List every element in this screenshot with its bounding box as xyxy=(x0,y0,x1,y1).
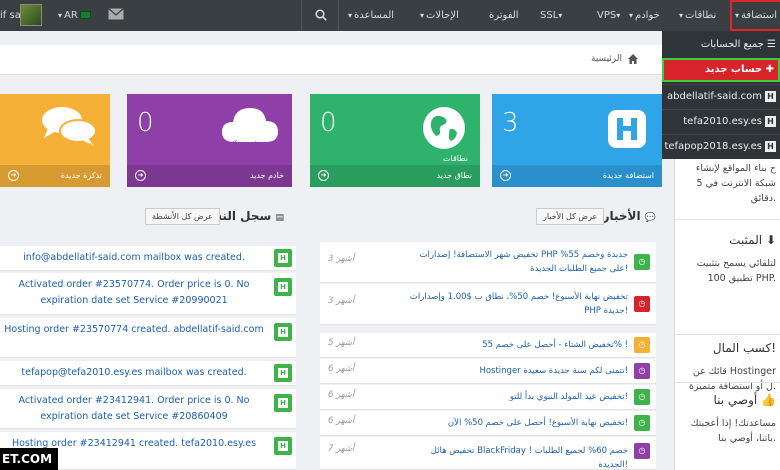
nav-referrals[interactable]: ▾ الإحالات xyxy=(420,0,459,31)
comments-icon: 💬 xyxy=(644,213,656,223)
clock-icon: ◷ xyxy=(634,415,650,431)
nav-hosting[interactable]: ▾ استضافة xyxy=(730,0,780,31)
search-icon xyxy=(315,9,327,21)
earn-money-title: كسب المال! xyxy=(712,341,776,355)
view-all-news-button[interactable]: عرض كل الأخبار xyxy=(536,208,605,225)
tile-hosting[interactable]: 3 استضافة جديدة ➜ xyxy=(492,94,662,187)
tile-count: 3 xyxy=(502,108,519,138)
clock-icon: ◷ xyxy=(634,254,650,270)
list-icon: ☰ xyxy=(767,39,776,50)
chevron-down-icon: ▾ xyxy=(420,11,425,20)
clock-icon: ◷ xyxy=(634,443,650,459)
nav-vps[interactable]: VPS▾ xyxy=(597,0,622,31)
chevron-down-icon: ▾ xyxy=(616,11,621,20)
list-item[interactable]: ◷ تخفيض نهاية الأسبوع! أحصل على خصم 50% … xyxy=(320,411,656,436)
arrow-right-icon: ➜ xyxy=(500,170,511,181)
list-item[interactable]: ◷ Hostinger تتمنى لكم سنة جديدة سعيدة! 6… xyxy=(320,359,656,384)
news-title: الأخبار 💬 xyxy=(602,209,656,223)
globe-icon xyxy=(423,107,465,149)
tile-footer[interactable]: خادم جديد ➜ xyxy=(127,165,292,187)
view-all-activities-button[interactable]: عرض كل الأنشطة xyxy=(145,208,220,225)
tile-subtitle: خوادم (ز بي آ) xyxy=(231,140,280,149)
arrow-right-icon: ➜ xyxy=(8,170,19,181)
chevron-down-icon: ▾ xyxy=(58,11,63,20)
tile-footer[interactable]: تذكرة جديدة ➜ xyxy=(0,165,110,187)
chevron-down-icon: ▾ xyxy=(558,11,563,20)
clock-icon: ◷ xyxy=(634,337,650,353)
tile-subtitle: نطاقات xyxy=(442,154,468,163)
hosting-h-icon xyxy=(608,110,646,148)
hosting-h-icon: H xyxy=(765,140,776,152)
mail-icon[interactable] xyxy=(108,8,124,20)
language-selector[interactable]: ▾ AR xyxy=(58,0,91,31)
dropdown-new-account[interactable]: حساب جديد ✚ xyxy=(662,58,780,82)
hosting-h-icon: H xyxy=(274,323,292,341)
table-row[interactable]: H Hosting order #23570774 created. abdel… xyxy=(0,318,296,358)
table-row[interactable]: H Activated order #23570774. Order price… xyxy=(0,273,296,315)
tile-count: 0 xyxy=(320,108,337,138)
list-item[interactable]: ◷ تخفيض هائل BlackFriday ! خصم 60% لجميع… xyxy=(320,437,656,470)
tile-domains[interactable]: 0 نطاقات نطاق جديد ➜ xyxy=(310,94,480,187)
nav-help[interactable]: ▾ المساعدة xyxy=(348,0,394,31)
hosting-h-icon: H xyxy=(274,364,292,382)
download-icon: ⬇ xyxy=(765,233,776,247)
recommend-title: أوصي بنا 👍 xyxy=(713,393,776,407)
nav-servers[interactable]: ▾ خوادم xyxy=(629,0,660,31)
nav-domains[interactable]: ▾ نطاقات xyxy=(679,0,716,31)
arrow-right-icon: ➜ xyxy=(135,170,146,181)
list-item[interactable]: ◷ تخفيض الشتاء - أحصل على خصم 55% ! 5 أش… xyxy=(320,333,656,358)
thumbs-up-icon: 👍 xyxy=(761,393,776,407)
nav-billing[interactable]: الفوترة xyxy=(489,0,519,31)
table-row[interactable]: H info@abdellatif-said.com mailbox was c… xyxy=(0,246,296,271)
breadcrumb: الرئيسية xyxy=(0,45,662,75)
hosting-h-icon: H xyxy=(765,90,776,102)
clock-icon: ◷ xyxy=(634,363,650,379)
flag-icon xyxy=(79,11,91,19)
right-sidebar: ح بناء المواقع لإنشاء شبكة الانترنت في 5… xyxy=(674,159,780,470)
installer-title: المثبت ⬇ xyxy=(729,233,776,247)
home-icon[interactable] xyxy=(627,53,639,65)
hosting-dropdown: جميع الحسابات ☰ حساب جديد ✚ abdellatif-s… xyxy=(662,31,780,159)
search-button[interactable] xyxy=(301,0,339,31)
tile-subtitle: تذاكر xyxy=(81,142,98,151)
list-item[interactable]: ◷ تخفيض شهر الاستضافة! إصدارات PHP جديدة… xyxy=(320,242,656,283)
arrow-right-icon: ➜ xyxy=(318,170,329,181)
tile-count: 0 xyxy=(137,108,154,138)
top-navbar: if sa ▾ AR ▾ المساعدة ▾ الإحالات الفوترة SS… xyxy=(0,0,780,31)
clock-icon: ◷ xyxy=(634,389,650,405)
tile-footer[interactable]: استضافة جديدة ➜ xyxy=(492,165,662,187)
dropdown-all-accounts[interactable]: جميع الحسابات ☰ xyxy=(662,33,780,57)
dropdown-account-1[interactable]: abdellatif-said.com H xyxy=(662,84,780,108)
table-row[interactable]: H tefapop@tefa2010.esy.es mailbox was cr… xyxy=(0,361,296,386)
list-item[interactable]: ◷ تخفيض عيد المولد النبوي بدأ للتو! 6 أش… xyxy=(320,385,656,410)
hosting-h-icon: H xyxy=(274,437,292,455)
tile-tickets[interactable]: تذاكر تذكرة جديدة ➜ xyxy=(0,94,110,187)
watermark: ET.COM xyxy=(0,448,58,470)
avatar[interactable] xyxy=(20,4,42,26)
chevron-down-icon: ▾ xyxy=(679,11,684,20)
hosting-h-icon: H xyxy=(765,115,776,127)
table-row[interactable]: H Activated order #23412941. Order price… xyxy=(0,389,296,429)
dropdown-account-3[interactable]: tefapop2018.esy.es H xyxy=(662,134,780,158)
chevron-down-icon: ▾ xyxy=(735,11,740,20)
user-name[interactable]: if sa xyxy=(0,0,21,31)
plus-icon: ✚ xyxy=(765,64,774,75)
chevron-down-icon: ▾ xyxy=(629,11,634,20)
chevron-down-icon: ▾ xyxy=(348,11,353,20)
tile-servers[interactable]: 0 خوادم (ز بي آ) خادم جديد ➜ xyxy=(127,94,292,187)
list-icon: ▤ xyxy=(275,213,284,223)
hosting-h-icon: H xyxy=(274,278,292,296)
list-item[interactable]: ◷ تخفيض نهاية الأسبوع! خصم 50%، نطاق ب $… xyxy=(320,284,656,325)
dropdown-account-2[interactable]: tefa2010.esy.es H xyxy=(662,109,780,133)
hosting-h-icon: H xyxy=(274,394,292,412)
tile-footer[interactable]: نطاق جديد ➜ xyxy=(310,165,480,187)
nav-ssl[interactable]: SSL▾ xyxy=(540,0,564,31)
breadcrumb-home[interactable]: الرئيسية xyxy=(591,54,622,64)
hosting-h-icon: H xyxy=(274,249,292,267)
clock-icon: ◷ xyxy=(634,296,650,312)
